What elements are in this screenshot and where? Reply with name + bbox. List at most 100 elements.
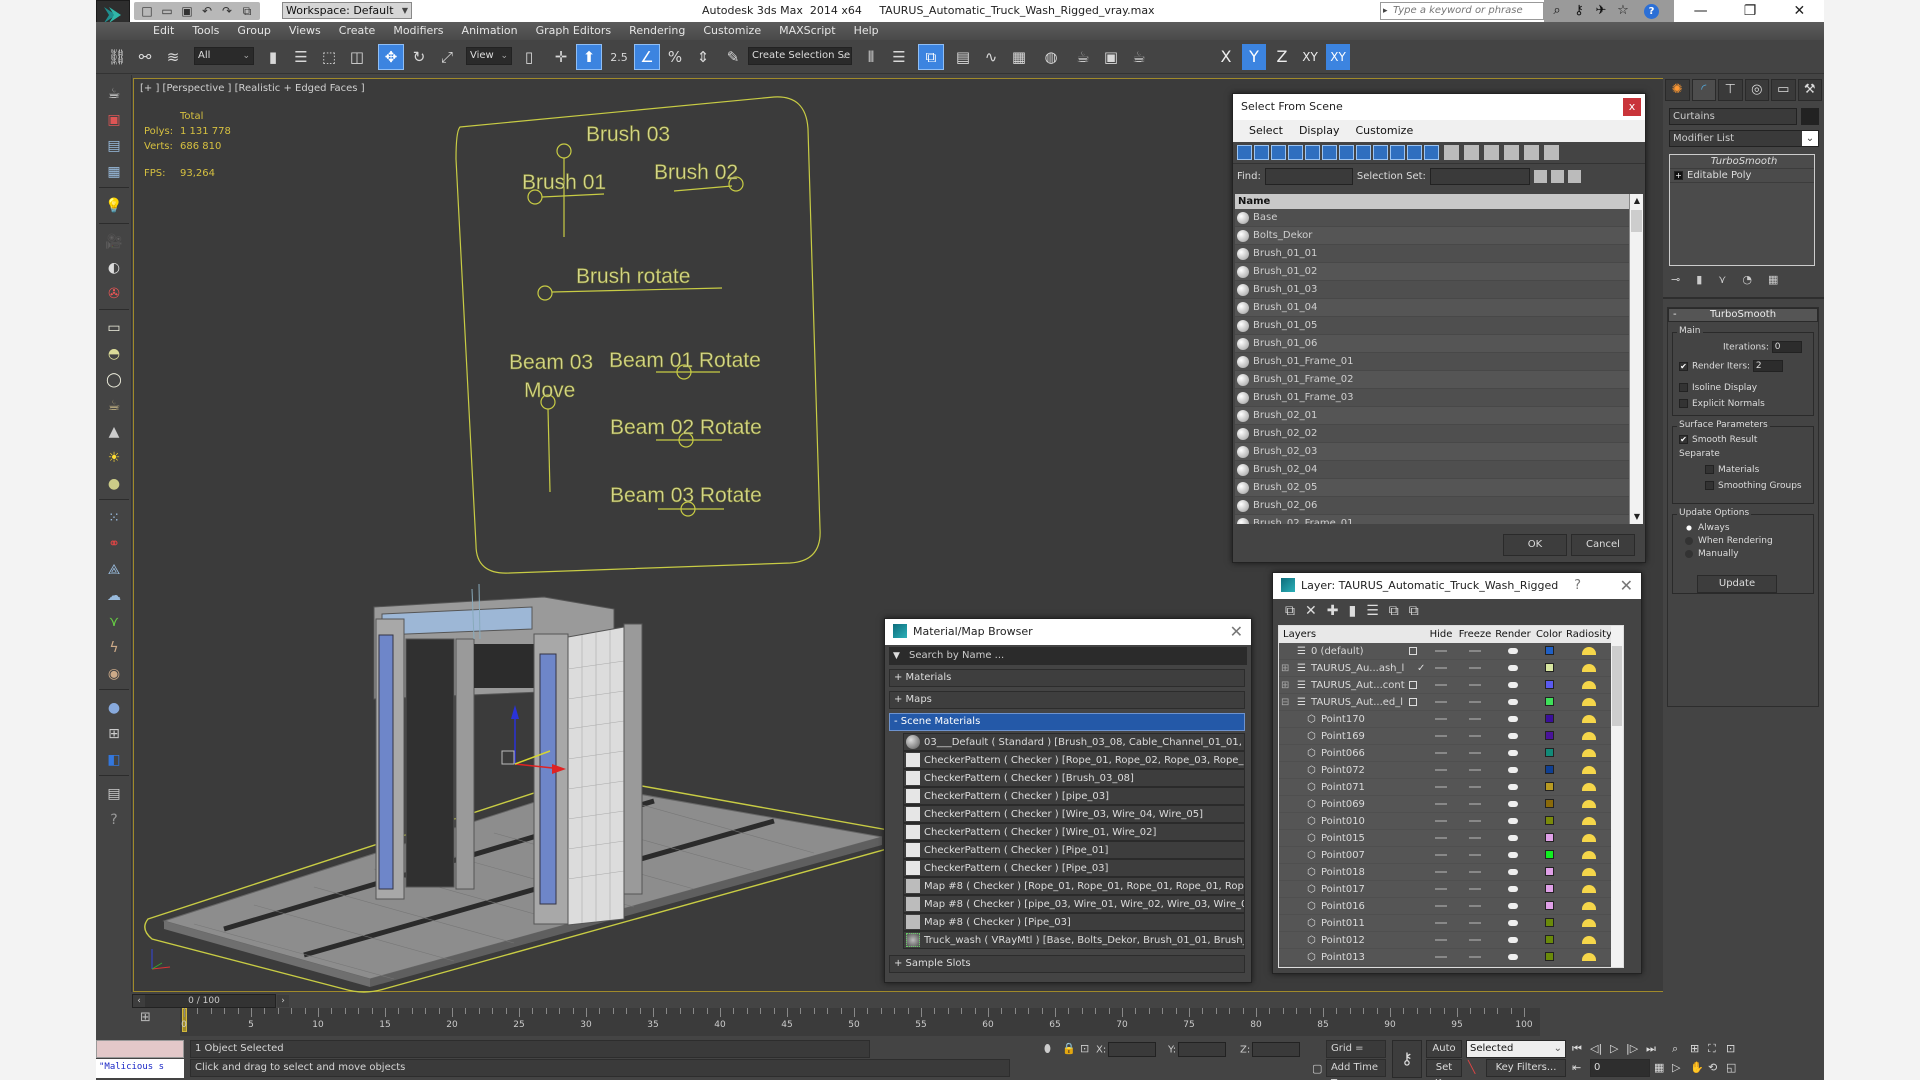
select-dependents-icon[interactable] [1550, 169, 1564, 183]
scene-materials-section[interactable]: - Scene Materials [889, 713, 1245, 731]
y-input[interactable] [1178, 1042, 1227, 1057]
layer-row[interactable]: ☰ 0 (default) [1279, 643, 1623, 660]
material-item[interactable]: Map #8 ( Checker ) [Rope_01, Rope_01, Ro… [903, 877, 1245, 895]
freeze-toggle[interactable] [1457, 714, 1493, 725]
layer-color-swatch[interactable] [1544, 833, 1554, 842]
scene-object-row[interactable]: Brush_01_03 [1235, 281, 1631, 299]
menu-animation[interactable]: Animation [453, 22, 527, 40]
hierarchy-tab-icon[interactable]: ⊤ [1718, 79, 1743, 101]
key-icon[interactable]: ⚷ [1570, 2, 1588, 20]
scroll-thumb[interactable] [1631, 210, 1642, 232]
hide-toggle[interactable] [1425, 935, 1457, 946]
radiosity-toggle[interactable] [1565, 714, 1613, 725]
rectangular-selection-icon[interactable]: ⬚ [316, 44, 342, 70]
col-render[interactable]: Render [1493, 626, 1533, 643]
object-color-swatch[interactable] [1801, 108, 1819, 125]
help-icon[interactable]: ? [1644, 3, 1659, 19]
dome-light-icon[interactable]: ◓ [101, 343, 127, 365]
open-file-icon[interactable]: ▭ [160, 4, 174, 18]
separate-materials-checkbox[interactable] [1705, 465, 1714, 474]
freeze-toggle[interactable] [1457, 782, 1493, 793]
column-settings-icon[interactable] [1544, 145, 1559, 160]
rollout-header[interactable]: - TurboSmooth [1668, 308, 1818, 322]
maxscript-output[interactable]: "Malicious s [96, 1059, 184, 1078]
find-input[interactable] [1264, 167, 1353, 185]
delete-layer-icon[interactable]: ✕ [1305, 603, 1317, 619]
radio-button[interactable] [1685, 549, 1693, 558]
color-cell[interactable] [1533, 850, 1565, 861]
select-object-icon[interactable]: ▮ [260, 44, 286, 70]
layer-scrollbar[interactable] [1611, 626, 1623, 967]
menu-help[interactable]: Help [845, 22, 888, 40]
render-toggle[interactable] [1493, 731, 1533, 742]
named-selection-dropdown[interactable]: Create Selection Se ⌄ [748, 47, 852, 65]
select-and-move-icon[interactable]: ✥ [378, 44, 404, 70]
color-cell[interactable] [1533, 731, 1565, 742]
render-toggle[interactable] [1493, 918, 1533, 929]
render-toggle[interactable] [1493, 663, 1533, 674]
layer-color-swatch[interactable] [1544, 765, 1554, 774]
disc-light-icon[interactable]: ◯ [101, 369, 127, 391]
hide-toggle[interactable] [1425, 714, 1457, 725]
layer-color-swatch[interactable] [1544, 816, 1554, 825]
render-toggle[interactable] [1493, 935, 1533, 946]
cancel-button[interactable]: Cancel [1571, 534, 1635, 556]
color-cell[interactable] [1533, 918, 1565, 929]
satellite-icon[interactable]: ✈ [1592, 2, 1610, 20]
close-button[interactable]: x [1623, 98, 1641, 116]
scene-object-row[interactable]: Brush_01_Frame_02 [1235, 371, 1631, 389]
display-all-icon[interactable] [1444, 145, 1459, 160]
color-cell[interactable] [1533, 867, 1565, 878]
layer-color-swatch[interactable] [1544, 731, 1554, 740]
set-keys-key-icon[interactable]: ⚷ [1392, 1040, 1422, 1078]
radiosity-toggle[interactable] [1565, 731, 1613, 742]
add-time-tag[interactable]: Add Time Tag [1326, 1059, 1386, 1080]
scene-object-row[interactable]: Brush_01_06 [1235, 335, 1631, 353]
hide-toggle[interactable] [1425, 816, 1457, 827]
scene-object-row[interactable]: Brush_01_Frame_01 [1235, 353, 1631, 371]
scene-object-row[interactable]: Brush_01_02 [1235, 263, 1631, 281]
menu-tools[interactable]: Tools [183, 22, 228, 40]
orbit-icon[interactable]: ⟲ [1708, 1061, 1717, 1074]
render-production-icon[interactable]: ☕ [1126, 44, 1152, 70]
time-tag-icon[interactable]: ▢ [1312, 1062, 1322, 1075]
color-cell[interactable] [1533, 714, 1565, 725]
add-to-layer-icon[interactable]: ✚ [1327, 603, 1339, 619]
scroll-up-icon[interactable]: ▲ [1630, 194, 1644, 208]
material-item[interactable]: CheckerPattern ( Checker ) [Wire_03, Wir… [903, 805, 1245, 823]
color-cell[interactable] [1533, 646, 1565, 657]
axis-z-button[interactable]: Z [1270, 44, 1294, 70]
percent-snap-icon[interactable]: % [662, 44, 688, 70]
scene-object-row[interactable]: Bolts_Dekor [1235, 227, 1631, 245]
radiosity-toggle[interactable] [1565, 765, 1613, 776]
spinner-snap-icon[interactable]: ⇕ [690, 44, 716, 70]
select-children-icon[interactable] [1533, 169, 1547, 183]
material-item[interactable]: Truck_wash ( VRayMtl ) [Base, Bolts_Deko… [903, 931, 1245, 949]
zoom-extents-all-icon[interactable]: ⊡ [1726, 1042, 1735, 1055]
freeze-toggle[interactable] [1457, 765, 1493, 776]
layer-color-swatch[interactable] [1544, 799, 1554, 808]
list-scrollbar[interactable]: ▲ ▼ [1629, 194, 1643, 524]
window-crossing-icon[interactable]: ◫ [344, 44, 370, 70]
rendered-frame-window-icon[interactable]: ▣ [1098, 44, 1124, 70]
separate-smoothing-groups-checkbox[interactable] [1705, 481, 1714, 490]
layer-object-row[interactable]: ⬡ Point069 [1279, 796, 1623, 813]
hide-toggle[interactable] [1425, 799, 1457, 810]
bind-space-warp-icon[interactable]: ≋ [160, 44, 186, 70]
display-cameras-icon[interactable] [1288, 145, 1303, 160]
play-icon[interactable]: ▷ [1610, 1042, 1618, 1055]
restore-button[interactable]: ❐ [1725, 0, 1774, 22]
search-by-name-input[interactable]: Search by Name ... [889, 647, 1247, 665]
color-cell[interactable] [1533, 935, 1565, 946]
scene-object-row[interactable]: Brush_01_Frame_03 [1235, 389, 1631, 407]
render-toggle[interactable] [1493, 799, 1533, 810]
menu-customize[interactable]: Customize [1347, 120, 1421, 142]
layer-object-row[interactable]: ⬡ Point017 [1279, 881, 1623, 898]
timeline-track[interactable]: 0 5 10 15 20 25 30 35 40 45 50 55 60 65 70 75 80 85 90 95 10… [180, 1008, 1540, 1036]
utilities-tab-icon[interactable]: ⚒ [1797, 79, 1822, 101]
update-button[interactable]: Update [1697, 575, 1777, 593]
color-cell[interactable] [1533, 952, 1565, 963]
material-item[interactable]: CheckerPattern ( Checker ) [Pipe_01] [903, 841, 1245, 859]
create-tab-icon[interactable]: ✺ [1665, 79, 1690, 101]
hide-toggle[interactable] [1425, 697, 1457, 708]
